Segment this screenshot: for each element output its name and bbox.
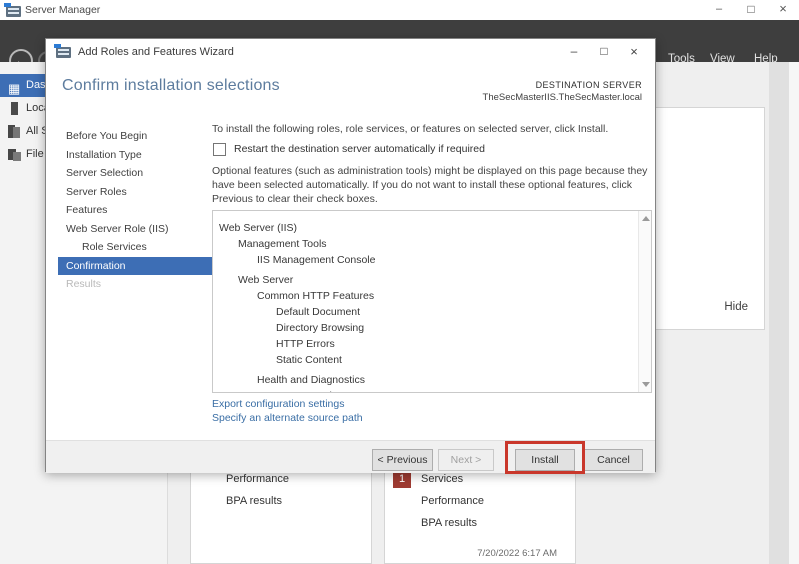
- wizard-step-features[interactable]: Features: [62, 201, 210, 220]
- tree-item[interactable]: Static Content: [213, 352, 651, 368]
- wizard-step-server-roles[interactable]: Server Roles: [62, 183, 210, 202]
- dashboard-grid-icon: [8, 79, 21, 92]
- tile-row-performance[interactable]: Performance: [421, 495, 484, 507]
- app-titlebar: Server Manager: [0, 0, 799, 20]
- wizard-step-nav: Before You Begin Installation Type Serve…: [62, 127, 210, 294]
- install-button[interactable]: Install: [515, 449, 575, 471]
- dialog-maximize-button[interactable]: [589, 39, 619, 66]
- selected-features-listbox: Web Server (IIS) Management Tools IIS Ma…: [212, 210, 652, 393]
- hide-link[interactable]: Hide: [724, 301, 748, 313]
- scroll-down-icon[interactable]: [642, 382, 650, 387]
- wizard-step-confirmation[interactable]: Confirmation: [58, 257, 216, 276]
- wizard-step-results: Results: [62, 275, 210, 294]
- tree-item[interactable]: Management Tools: [213, 236, 651, 252]
- next-button: Next >: [438, 449, 494, 471]
- add-roles-features-wizard-dialog: Add Roles and Features Wizard Confirm in…: [45, 38, 656, 472]
- destination-server-name: TheSecMasterIIS.TheSecMaster.local: [483, 92, 642, 103]
- dialog-titlebar: Add Roles and Features Wizard: [46, 39, 655, 66]
- tile-row-performance[interactable]: Performance: [226, 473, 289, 485]
- destination-server-block: DESTINATION SERVER TheSecMasterIIS.TheSe…: [483, 80, 642, 103]
- wizard-step-web-server-role[interactable]: Web Server Role (IIS): [62, 220, 210, 239]
- alternate-source-path-link[interactable]: Specify an alternate source path: [212, 412, 363, 424]
- wizard-step-installation-type[interactable]: Installation Type: [62, 146, 210, 165]
- tree-item[interactable]: Health and Diagnostics: [213, 372, 651, 388]
- tree-item[interactable]: HTTP Errors: [213, 336, 651, 352]
- cancel-button[interactable]: Cancel: [584, 449, 643, 471]
- wizard-server-icon: [56, 47, 71, 58]
- services-alert-badge[interactable]: 1: [393, 471, 411, 488]
- dashboard-scrollbar-track[interactable]: [769, 62, 789, 564]
- restart-checkbox[interactable]: [213, 143, 226, 156]
- restart-checkbox-label[interactable]: Restart the destination server automatic…: [234, 143, 485, 155]
- tree-item[interactable]: Web Server: [213, 272, 651, 288]
- server-manager-window: Server Manager Server Manager • Dashboar…: [0, 0, 799, 564]
- wizard-step-server-selection[interactable]: Server Selection: [62, 164, 210, 183]
- window-title: Server Manager: [25, 4, 100, 16]
- menu-tools[interactable]: Tools: [668, 53, 695, 65]
- tile-timestamp: 7/20/2022 6:17 AM: [477, 548, 557, 559]
- dialog-title: Add Roles and Features Wizard: [78, 46, 234, 58]
- intro-text: To install the following roles, role ser…: [212, 123, 656, 135]
- dialog-minimize-button[interactable]: [559, 39, 589, 66]
- page-title: Confirm installation selections: [62, 77, 280, 95]
- window-edge: [789, 62, 799, 564]
- tile-row-bpa-results[interactable]: BPA results: [421, 517, 477, 529]
- app-maximize-button[interactable]: [735, 0, 767, 20]
- tree-item[interactable]: HTTP Logging: [213, 388, 651, 393]
- tree-item[interactable]: Default Document: [213, 304, 651, 320]
- app-minimize-button[interactable]: [703, 0, 735, 20]
- dialog-close-button[interactable]: [619, 39, 649, 66]
- tree-item[interactable]: Directory Browsing: [213, 320, 651, 336]
- menu-view[interactable]: View: [710, 53, 735, 65]
- previous-button[interactable]: < Previous: [372, 449, 433, 471]
- tree-item[interactable]: IIS Management Console: [213, 252, 651, 268]
- tile-row-bpa-results[interactable]: BPA results: [226, 495, 282, 507]
- wizard-step-role-services[interactable]: Role Services: [62, 238, 210, 257]
- destination-server-label: DESTINATION SERVER: [483, 80, 642, 90]
- listbox-scrollbar[interactable]: [638, 211, 651, 392]
- scroll-up-icon[interactable]: [642, 216, 650, 221]
- export-configuration-link[interactable]: Export configuration settings: [212, 398, 345, 410]
- tree-item[interactable]: Web Server (IIS): [213, 220, 651, 236]
- wizard-step-before-you-begin[interactable]: Before You Begin: [62, 127, 210, 146]
- tile-row-services[interactable]: Services: [421, 473, 463, 485]
- app-close-button[interactable]: [767, 0, 799, 20]
- optional-features-note: Optional features (such as administratio…: [212, 165, 658, 207]
- server-manager-app-icon: [6, 6, 21, 17]
- tree-item[interactable]: Common HTTP Features: [213, 288, 651, 304]
